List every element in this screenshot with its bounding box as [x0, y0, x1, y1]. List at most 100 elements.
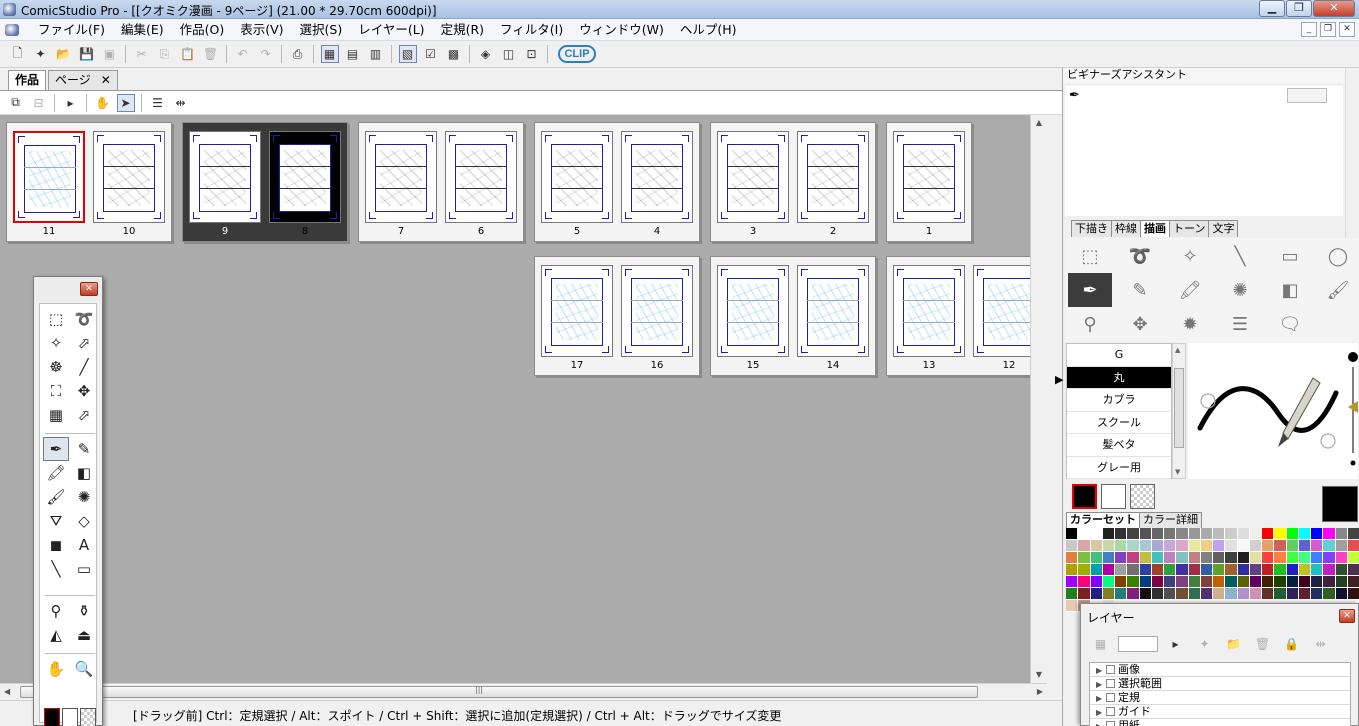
- ruler-icon[interactable]: ◭: [43, 623, 69, 647]
- menu-item-3[interactable]: 表示(V): [232, 22, 291, 38]
- burst-icon[interactable]: ✹: [1168, 307, 1212, 341]
- color-swatch[interactable]: [1200, 540, 1213, 552]
- brush-scroll-thumb[interactable]: [1174, 368, 1184, 448]
- dropper-icon[interactable]: ⚲: [1068, 307, 1112, 341]
- layer-item[interactable]: ▶ 用紙: [1090, 719, 1350, 726]
- color-swatch[interactable]: [1090, 588, 1103, 600]
- color-swatch[interactable]: [1102, 564, 1115, 576]
- rectangle-tool-icon[interactable]: ▭: [71, 557, 97, 581]
- marker-tool-icon[interactable]: 🖍: [1168, 273, 1212, 307]
- copy-icon[interactable]: ⎘: [156, 45, 174, 63]
- color-palette-icon[interactable]: ▩: [445, 45, 463, 63]
- hand-icon[interactable]: ✋: [94, 94, 112, 112]
- new-file-icon[interactable]: 🗋: [9, 45, 27, 63]
- color-swatch[interactable]: [1102, 528, 1115, 540]
- page-thumbnail[interactable]: [893, 131, 965, 223]
- brush-item[interactable]: 髪ベタ: [1067, 434, 1171, 457]
- eyedropper-icon[interactable]: ⚲: [43, 599, 69, 623]
- color-swatch[interactable]: [1311, 552, 1324, 564]
- color-swatch[interactable]: [1139, 588, 1152, 600]
- page-spread[interactable]: 15 14: [710, 256, 876, 376]
- color-swatch[interactable]: [1335, 588, 1348, 600]
- page-thumbnail[interactable]: [621, 131, 693, 223]
- color-swatch[interactable]: [1188, 528, 1201, 540]
- page-thumbnail[interactable]: [717, 131, 789, 223]
- color-swatch[interactable]: [1066, 540, 1079, 552]
- color-swatch[interactable]: [1151, 540, 1164, 552]
- color-swatch[interactable]: [1139, 564, 1152, 576]
- color-swatch[interactable]: [1311, 564, 1324, 576]
- page-spread[interactable]: 17 16: [534, 256, 700, 376]
- layer-item[interactable]: ▶ ガイド: [1090, 705, 1350, 719]
- pencil-icon[interactable]: ✎: [71, 437, 97, 461]
- text-tool-icon[interactable]: A: [71, 533, 97, 557]
- color-swatch[interactable]: [1286, 540, 1299, 552]
- page-order-icon[interactable]: ⇹: [172, 94, 190, 112]
- brush-item[interactable]: スクール: [1067, 412, 1171, 434]
- pointer-icon[interactable]: ➤: [116, 93, 135, 112]
- color-swatch[interactable]: [1311, 576, 1324, 588]
- magic-wand-icon[interactable]: ✧: [43, 331, 69, 355]
- lasso-icon[interactable]: ➰: [71, 307, 97, 331]
- color-swatch[interactable]: [1102, 588, 1115, 600]
- color-swatch[interactable]: [1225, 576, 1238, 588]
- draw-color-white[interactable]: [1101, 484, 1126, 509]
- layer-property-icon[interactable]: ⇹: [1312, 635, 1330, 653]
- color-swatch[interactable]: [1262, 564, 1275, 576]
- color-swatch[interactable]: [1286, 528, 1299, 540]
- expand-icon[interactable]: ▶: [1096, 706, 1106, 719]
- dock-expand-icon[interactable]: ▶: [1055, 373, 1063, 386]
- save-all-icon[interactable]: ▣: [101, 45, 119, 63]
- page-spread[interactable]: 54: [534, 122, 700, 242]
- color-swatch[interactable]: [1066, 528, 1079, 540]
- page-thumbnail[interactable]: [541, 131, 613, 223]
- navigator-icon[interactable]: ⊡: [523, 45, 541, 63]
- color-swatch[interactable]: [1237, 588, 1250, 600]
- wand-icon[interactable]: ✧: [1168, 239, 1212, 273]
- color-swatch[interactable]: [1262, 552, 1275, 564]
- color-swatch[interactable]: [1176, 564, 1189, 576]
- dock-scrollbar[interactable]: [1345, 68, 1359, 238]
- clip-logo[interactable]: CLIP: [558, 45, 596, 63]
- color-swatch[interactable]: [1164, 540, 1177, 552]
- color-swatch[interactable]: [1213, 564, 1226, 576]
- color-swatch[interactable]: [1213, 588, 1226, 600]
- mdi-close-button[interactable]: ✕: [1339, 22, 1355, 37]
- color-swatch[interactable]: [1176, 540, 1189, 552]
- object-select-icon[interactable]: ⬀: [71, 403, 97, 427]
- color-swatch[interactable]: [1102, 576, 1115, 588]
- window-icon[interactable]: ◫: [500, 45, 518, 63]
- restore-button[interactable]: ❐: [1286, 0, 1312, 17]
- ruler-pen-icon[interactable]: ╱: [71, 355, 97, 379]
- color-swatch[interactable]: [1200, 588, 1213, 600]
- color-swatch[interactable]: [1090, 576, 1103, 588]
- color-swatch[interactable]: [1078, 564, 1091, 576]
- cut-icon[interactable]: ✂: [133, 45, 151, 63]
- tab-work[interactable]: 作品: [8, 70, 47, 90]
- move-icon[interactable]: ✥: [71, 379, 97, 403]
- color-swatch[interactable]: [1262, 528, 1275, 540]
- menu-item-7[interactable]: フィルタ(I): [492, 22, 571, 38]
- color-swatch[interactable]: [1213, 528, 1226, 540]
- color-swatch[interactable]: [1262, 540, 1275, 552]
- page-thumbnail[interactable]: [13, 131, 85, 223]
- color-swatch[interactable]: [1090, 564, 1103, 576]
- color-swatch[interactable]: [1164, 528, 1177, 540]
- rect-icon[interactable]: ▭: [1268, 239, 1312, 273]
- color-swatch[interactable]: [1127, 564, 1140, 576]
- color-swatch[interactable]: [1262, 576, 1275, 588]
- color-swatch[interactable]: [1347, 564, 1359, 576]
- brush-item[interactable]: グレー用: [1067, 457, 1171, 479]
- color-swatch[interactable]: [1311, 540, 1324, 552]
- color-swatch[interactable]: [1078, 588, 1091, 600]
- brush-scroll-up-icon[interactable]: ▲: [1175, 346, 1180, 354]
- app-icon[interactable]: [3, 3, 16, 16]
- color-swatch[interactable]: [1323, 588, 1336, 600]
- color-swatch[interactable]: [1335, 564, 1348, 576]
- color-swatch[interactable]: [1078, 552, 1091, 564]
- ellipse-icon[interactable]: ◯: [1316, 239, 1359, 273]
- page-thumbnail[interactable]: [973, 265, 1030, 357]
- new-page-icon[interactable]: ✦: [32, 45, 50, 63]
- open-folder-icon[interactable]: 📂: [55, 45, 73, 63]
- layer-icon[interactable]: ◈: [477, 45, 495, 63]
